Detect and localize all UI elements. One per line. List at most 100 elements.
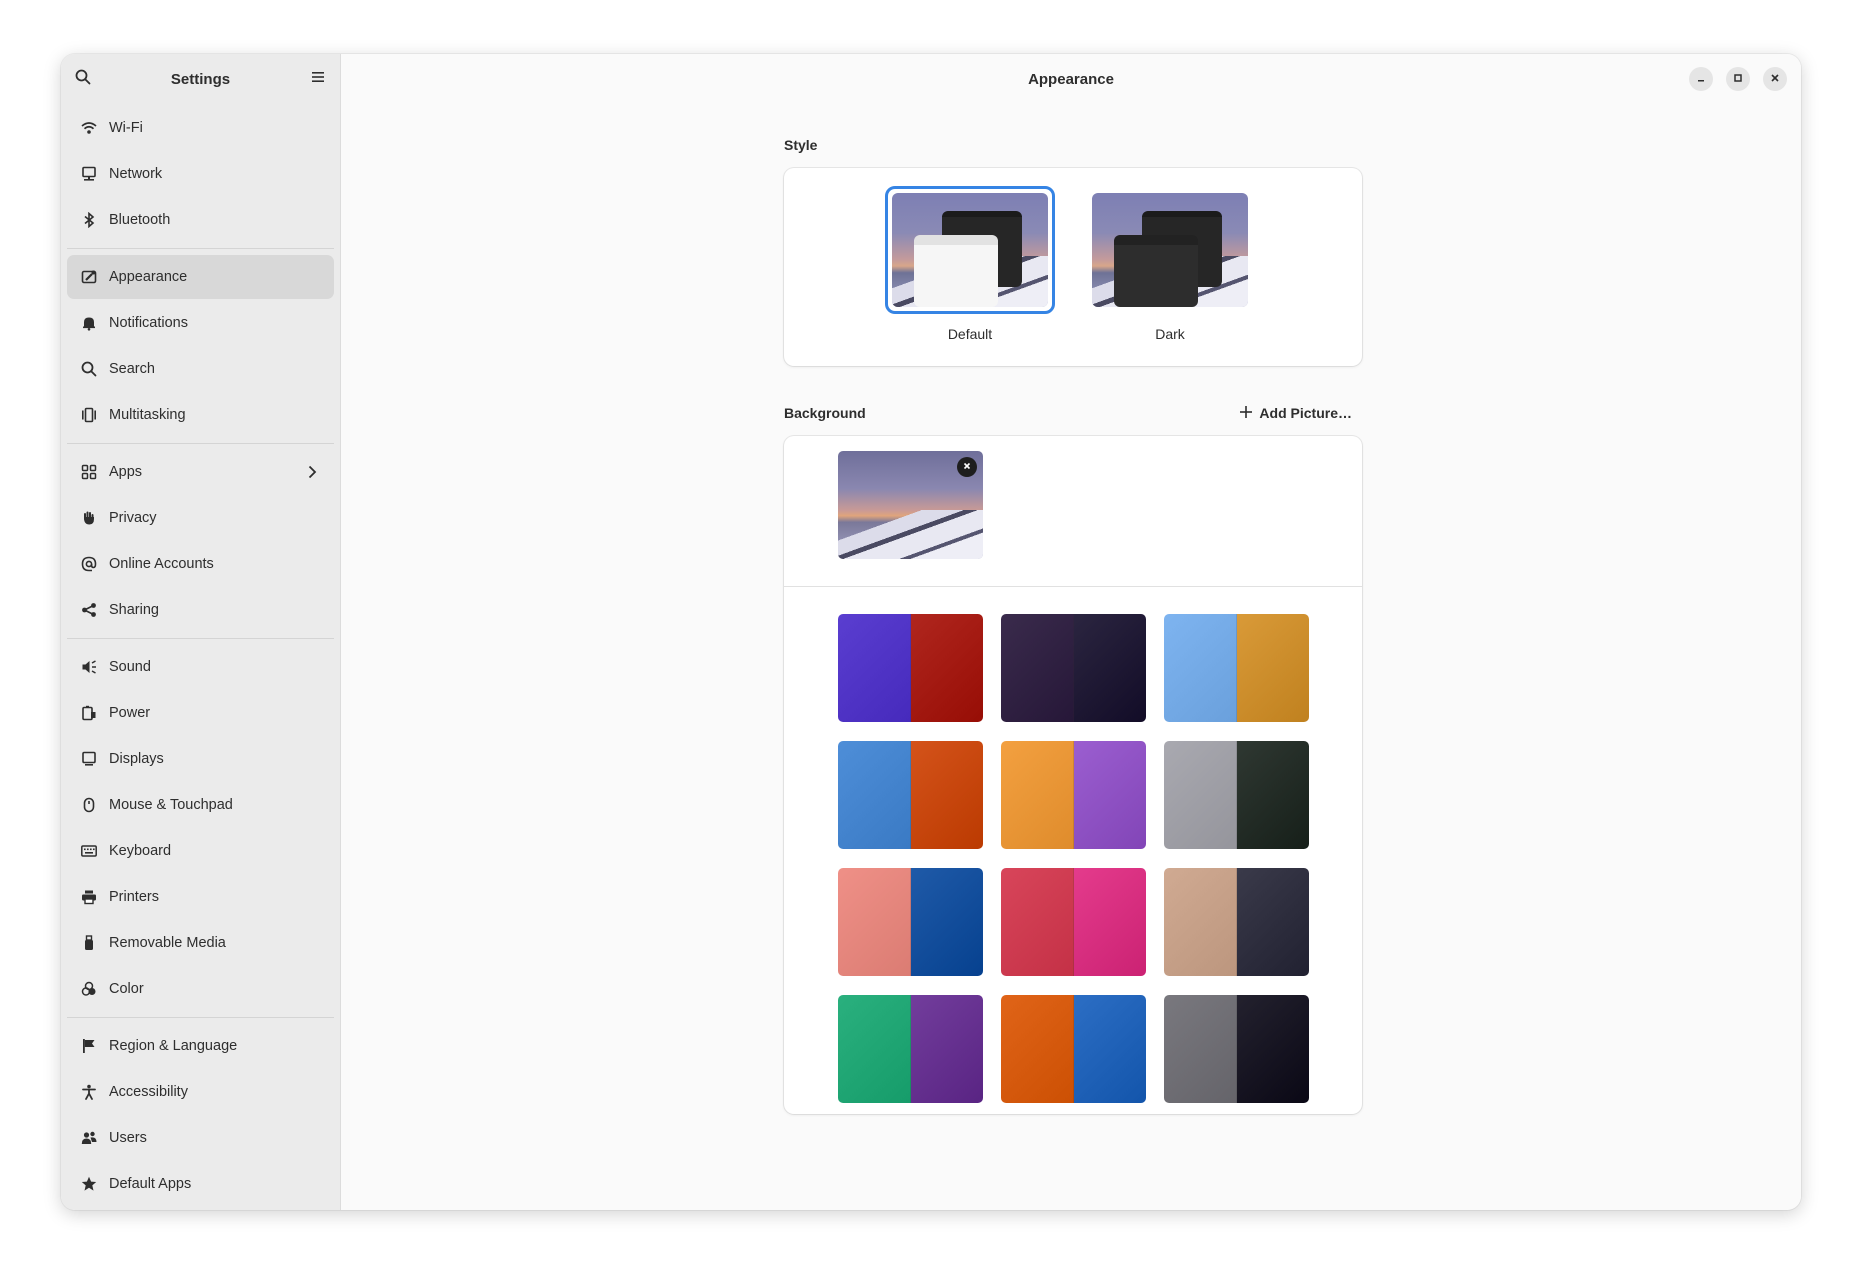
users-icon	[79, 1128, 99, 1148]
sidebar-item-displays[interactable]: Displays	[67, 737, 334, 781]
search-icon	[75, 69, 91, 90]
sidebar-item-label: Default Apps	[109, 1176, 192, 1192]
hand-icon	[79, 508, 99, 528]
style-option-default[interactable]: Default	[880, 186, 1060, 342]
sidebar-item-appearance[interactable]: Appearance	[67, 255, 334, 299]
wallpaper-light-variant	[1164, 741, 1237, 849]
main-header: Appearance	[341, 54, 1801, 104]
sidebar-separator	[67, 248, 334, 249]
plus-icon	[1239, 405, 1253, 422]
sidebar-item-accessibility[interactable]: Accessibility	[67, 1070, 334, 1114]
wallpaper-thumb[interactable]	[1001, 741, 1146, 849]
window-controls	[1689, 67, 1787, 91]
wallpaper-dark-variant	[1074, 995, 1146, 1103]
add-picture-label: Add Picture…	[1259, 405, 1352, 421]
minimize-button[interactable]	[1689, 67, 1713, 91]
style-section-title: Style	[784, 137, 818, 153]
sidebar-item-label: Online Accounts	[109, 556, 214, 572]
sidebar-item-notifications[interactable]: Notifications	[67, 301, 334, 345]
sidebar-item-sound[interactable]: Sound	[67, 645, 334, 689]
wallpaper-light-variant	[838, 868, 911, 976]
sidebar-item-label: Sharing	[109, 602, 159, 618]
sidebar-item-privacy[interactable]: Privacy	[67, 496, 334, 540]
sidebar-item-power[interactable]: Power	[67, 691, 334, 735]
style-card: Default Dark	[784, 168, 1362, 366]
sidebar-item-users[interactable]: Users	[67, 1116, 334, 1160]
sidebar-item-label: Appearance	[109, 269, 188, 285]
sidebar-separator	[67, 1017, 334, 1018]
wallpaper-thumb[interactable]	[838, 741, 983, 849]
printer-icon	[79, 887, 99, 907]
wallpaper-thumb[interactable]	[1001, 614, 1146, 722]
sidebar-item-mouse-touchpad[interactable]: Mouse & Touchpad	[67, 783, 334, 827]
sidebar-item-keyboard[interactable]: Keyboard	[67, 829, 334, 873]
background-header: Background Add Picture…	[784, 402, 1362, 424]
close-icon	[962, 458, 972, 476]
style-preview-dark	[1092, 193, 1248, 307]
sidebar-item-label: Keyboard	[109, 843, 172, 859]
background-card	[784, 436, 1362, 1114]
sidebar-item-search[interactable]: Search	[67, 347, 334, 391]
network-icon	[79, 164, 99, 184]
wallpaper-dark-variant	[1074, 614, 1146, 722]
wallpaper-thumb[interactable]	[838, 614, 983, 722]
main-menu-button[interactable]	[302, 63, 334, 95]
sidebar-item-wifi[interactable]: Wi-Fi	[67, 106, 334, 150]
at-icon	[79, 554, 99, 574]
sidebar-separator	[67, 638, 334, 639]
star-icon	[79, 1174, 99, 1194]
wallpaper-light-variant	[838, 995, 911, 1103]
sidebar-item-network[interactable]: Network	[67, 152, 334, 196]
sidebar-item-bluetooth[interactable]: Bluetooth	[67, 198, 334, 242]
sidebar-item-label: Bluetooth	[109, 212, 171, 228]
maximize-button[interactable]	[1726, 67, 1750, 91]
wallpaper-thumb[interactable]	[838, 868, 983, 976]
wallpaper-thumb[interactable]	[1164, 741, 1309, 849]
sidebar-item-multitasking[interactable]: Multitasking	[67, 393, 334, 437]
sidebar-item-removable-media[interactable]: Removable Media	[67, 921, 334, 965]
sidebar: Settings Wi-Fi Network Bluetooth Appearance…	[61, 54, 341, 1210]
add-picture-button[interactable]: Add Picture…	[1239, 405, 1362, 422]
wallpaper-thumb[interactable]	[1001, 995, 1146, 1103]
close-icon	[1770, 70, 1780, 88]
wallpaper-thumb[interactable]	[1164, 995, 1309, 1103]
power-icon	[79, 703, 99, 723]
sidebar-item-label: Search	[109, 361, 155, 377]
wallpaper-light-variant	[838, 614, 911, 722]
wallpaper-thumb[interactable]	[838, 995, 983, 1103]
sidebar-item-sharing[interactable]: Sharing	[67, 588, 334, 632]
wallpaper-thumb[interactable]	[1164, 614, 1309, 722]
style-option-dark[interactable]: Dark	[1080, 186, 1260, 342]
style-preview-default	[892, 193, 1048, 307]
main-panel: Appearance Style Default Dark Background…	[341, 54, 1801, 1210]
sidebar-item-printers[interactable]: Printers	[67, 875, 334, 919]
sidebar-item-apps[interactable]: Apps	[67, 450, 334, 494]
bluetooth-icon	[79, 210, 99, 230]
sidebar-item-label: Apps	[109, 464, 143, 480]
wifi-icon	[79, 118, 99, 138]
sidebar-item-region-language[interactable]: Region & Language	[67, 1024, 334, 1068]
sidebar-item-label: Notifications	[109, 315, 188, 331]
style-label-dark: Dark	[1155, 326, 1185, 342]
bell-icon	[79, 313, 99, 333]
remove-wallpaper-button[interactable]	[957, 457, 977, 477]
wallpaper-dark-variant	[911, 741, 983, 849]
wallpaper-thumb[interactable]	[1164, 868, 1309, 976]
wallpaper-thumb[interactable]	[1001, 868, 1146, 976]
page-title: Appearance	[1028, 70, 1114, 88]
search-button[interactable]	[67, 63, 99, 95]
wallpaper-grid	[838, 614, 1309, 1103]
close-button[interactable]	[1763, 67, 1787, 91]
sidebar-item-color[interactable]: Color	[67, 967, 334, 1011]
sidebar-item-default-apps[interactable]: Default Apps	[67, 1162, 334, 1206]
sidebar-item-online-accounts[interactable]: Online Accounts	[67, 542, 334, 586]
wallpaper-light-variant	[1164, 868, 1237, 976]
speaker-icon	[79, 657, 99, 677]
sidebar-nav: Wi-Fi Network Bluetooth Appearance Notificat…	[61, 106, 340, 1206]
custom-wallpaper-thumb[interactable]	[838, 451, 983, 559]
keyboard-icon	[79, 841, 99, 861]
apps-icon	[79, 462, 99, 482]
settings-window: Settings Wi-Fi Network Bluetooth Appearance…	[61, 54, 1801, 1210]
wallpaper-dark-variant	[1237, 995, 1309, 1103]
flag-icon	[79, 1036, 99, 1056]
